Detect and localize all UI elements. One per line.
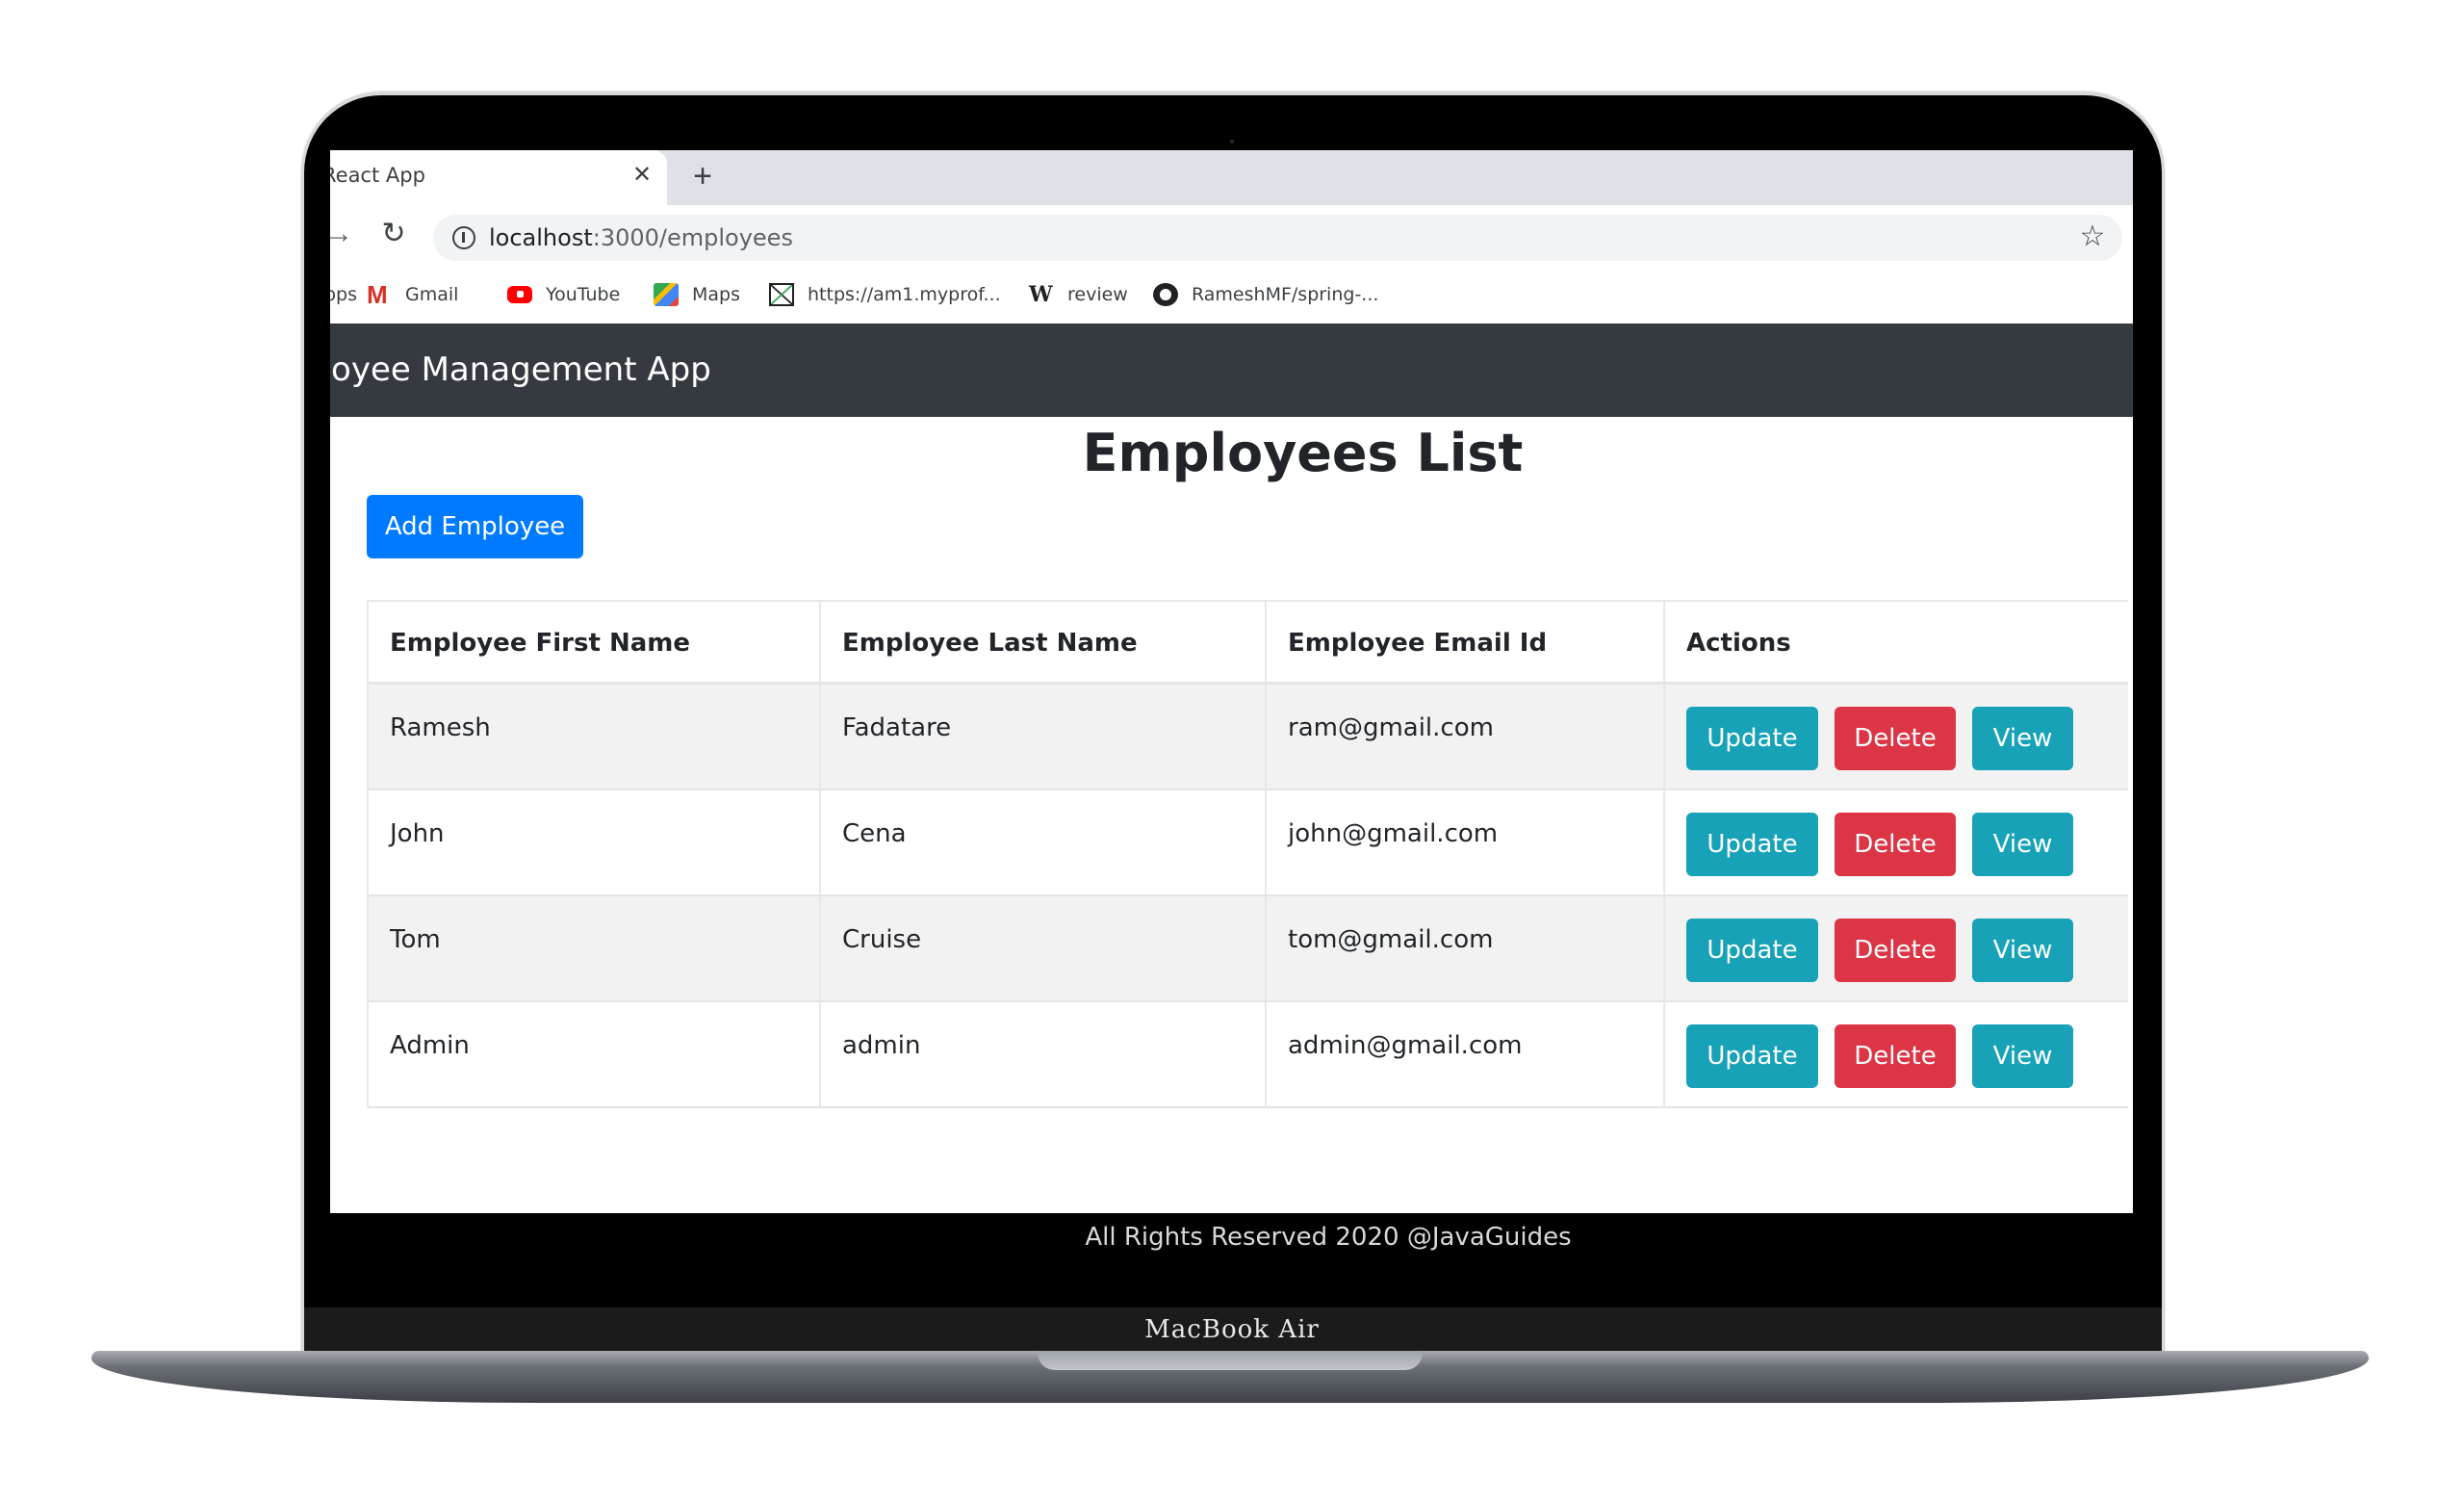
bookmark-label: Maps [692, 284, 740, 305]
header-first-name: Employee First Name [369, 602, 821, 682]
header-last-name: Employee Last Name [821, 602, 1267, 682]
plus-icon[interactable]: + [686, 160, 719, 193]
cell-first-name: Ramesh [369, 685, 821, 789]
delete-button[interactable]: Delete [1835, 813, 1956, 876]
device-label: MacBook Air [1144, 1315, 1320, 1344]
cell-last-name: Fadatare [821, 685, 1267, 789]
gmail-icon: M [367, 280, 388, 309]
bookmarks-bar: pps M Gmail YouTube Maps https://am1.myp… [330, 267, 2133, 323]
cell-actions: Update Delete View [1665, 896, 2130, 1000]
reload-icon[interactable]: ↻ [378, 219, 409, 249]
youtube-icon [507, 286, 532, 303]
table-header: Employee First Name Employee Last Name E… [369, 602, 2128, 685]
header-email: Employee Email Id [1267, 602, 1665, 682]
bookmark-label: Gmail [405, 284, 459, 305]
arrow-right-icon[interactable]: → [330, 219, 355, 249]
laptop-hinge-notch [1038, 1351, 1423, 1370]
table-row: Ramesh Fadatare ram@gmail.com Update Del… [369, 685, 2128, 790]
info-icon[interactable] [452, 226, 475, 249]
cell-actions: Update Delete View [1665, 685, 2130, 789]
bookmark-maps[interactable]: Maps [654, 280, 740, 309]
bookmark-label: RameshMF/spring-... [1192, 284, 1379, 305]
browser-window: React App ✕ + → ↻ localhost:3000/employe… [330, 150, 2133, 1213]
bookmark-myprofile[interactable]: https://am1.myprof... [769, 280, 1001, 309]
url-text[interactable]: localhost:3000/employees [489, 224, 793, 251]
view-button[interactable]: View [1972, 707, 2073, 770]
add-employee-button[interactable]: Add Employee [367, 495, 583, 558]
url-path: :3000/employees [592, 224, 793, 251]
app-navbar: ployee Management App [330, 324, 2133, 417]
table-row: Tom Cruise tom@gmail.com Update Delete V… [369, 896, 2128, 1002]
table-row: Admin admin admin@gmail.com Update Delet… [369, 1002, 2128, 1108]
browser-toolbar: → ↻ localhost:3000/employees ☆ [330, 205, 2133, 267]
tab-strip: React App ✕ + [330, 150, 2133, 205]
update-button[interactable]: Update [1686, 919, 1818, 982]
maps-icon [654, 283, 679, 306]
star-icon[interactable]: ☆ [2076, 220, 2109, 253]
browser-tab-active[interactable]: React App ✕ [330, 150, 667, 205]
bookmark-label: https://am1.myprof... [808, 284, 1001, 305]
cell-last-name: Cena [821, 790, 1267, 894]
bookmark-apps[interactable]: pps [330, 280, 357, 309]
update-button[interactable]: Update [1686, 1024, 1818, 1088]
delete-button[interactable]: Delete [1835, 1024, 1956, 1088]
cell-email: admin@gmail.com [1267, 1002, 1665, 1106]
bookmark-label: YouTube [546, 284, 621, 305]
cell-last-name: admin [821, 1002, 1267, 1106]
cell-actions: Update Delete View [1665, 790, 2130, 894]
close-icon[interactable]: ✕ [629, 162, 655, 189]
cell-last-name: Cruise [821, 896, 1267, 1000]
delete-button[interactable]: Delete [1835, 919, 1956, 982]
url-host: localhost [489, 224, 593, 251]
page-footer: All Rights Reserved 2020 @JavaGuides [1085, 1223, 1572, 1252]
bookmark-review[interactable]: W review [1029, 280, 1128, 309]
cell-first-name: John [369, 790, 821, 894]
bookmark-github[interactable]: RameshMF/spring-... [1153, 280, 1378, 309]
delete-button[interactable]: Delete [1835, 707, 1956, 770]
cell-email: ram@gmail.com [1267, 685, 1665, 789]
cell-actions: Update Delete View [1665, 1002, 2130, 1106]
mail-icon [769, 283, 794, 306]
update-button[interactable]: Update [1686, 813, 1818, 876]
update-button[interactable]: Update [1686, 707, 1818, 770]
bookmark-label: pps [330, 284, 358, 305]
bookmark-gmail[interactable]: M Gmail [367, 280, 458, 309]
address-bar[interactable]: localhost:3000/employees ☆ [433, 215, 2122, 261]
table-row: John Cena john@gmail.com Update Delete V… [369, 790, 2128, 896]
wikipedia-icon: W [1029, 282, 1053, 307]
employees-table: Employee First Name Employee Last Name E… [367, 600, 2128, 1108]
tab-title: React App [330, 164, 425, 187]
app-brand[interactable]: ployee Management App [330, 350, 711, 389]
github-icon [1153, 283, 1178, 306]
cell-email: tom@gmail.com [1267, 896, 1665, 1000]
page-title: Employees List [1082, 423, 1524, 483]
camera-dot [1230, 140, 1234, 143]
cell-first-name: Admin [369, 1002, 821, 1106]
view-button[interactable]: View [1972, 813, 2073, 876]
bookmark-label: review [1067, 284, 1128, 305]
bookmark-youtube[interactable]: YouTube [507, 280, 620, 309]
view-button[interactable]: View [1972, 1024, 2073, 1088]
cell-first-name: Tom [369, 896, 821, 1000]
cell-email: john@gmail.com [1267, 790, 1665, 894]
view-button[interactable]: View [1972, 919, 2073, 982]
header-actions: Actions [1686, 629, 1791, 658]
